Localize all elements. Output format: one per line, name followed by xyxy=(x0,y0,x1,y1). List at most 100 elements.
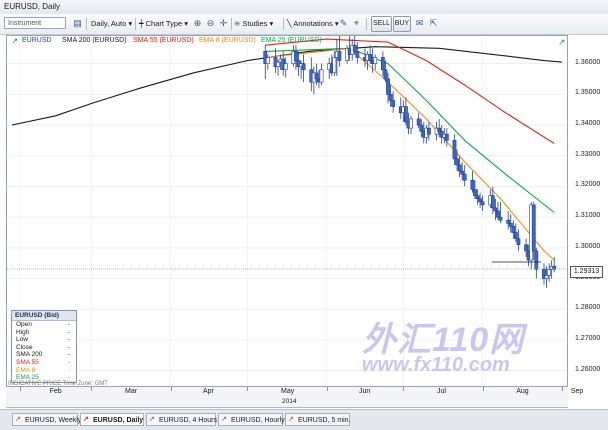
candle-body xyxy=(276,61,280,68)
chart-tab[interactable]: ↗ EURUSD, Weekly xyxy=(12,413,82,426)
candle-body xyxy=(516,238,521,246)
candle-body xyxy=(368,54,373,61)
candle-body xyxy=(496,210,500,218)
candle-body xyxy=(462,173,467,181)
legend-symbol[interactable]: EURUSD xyxy=(22,37,52,44)
legend-item-ema8[interactable]: EMA 8 (EURUSD) xyxy=(199,37,256,44)
candle-body xyxy=(355,51,360,58)
y-tick-label: 1.34000 xyxy=(575,120,601,128)
x-tick-mark xyxy=(561,387,563,391)
price-axis[interactable]: 1.36000 1.35000 1.34000 1.33000 1.32000 1.310… xyxy=(569,35,608,387)
candle-body xyxy=(444,133,449,141)
legend-item-sma55[interactable]: SMA 55 (EURUSD) xyxy=(133,37,194,44)
info-row-value: - xyxy=(67,366,70,374)
chart-tab-label: EURUSD, Hourly xyxy=(231,417,285,424)
candle-body xyxy=(490,195,495,209)
chart-tabs: ↗ EURUSD, Weekly ↗ EURUSD, Daily ↗ EURUSD, 4 … xyxy=(0,409,608,430)
trend-arrow-icon: ↗ xyxy=(558,37,566,47)
y-tick-label: 1.30000 xyxy=(575,242,601,250)
chart-tab-icon: ↗ xyxy=(288,416,294,423)
candle-body xyxy=(388,94,393,101)
y-tick-label: 1.31000 xyxy=(575,212,601,220)
candle-body xyxy=(409,118,413,129)
candle-body xyxy=(301,63,306,71)
legend-item-sma200[interactable]: SMA 200 (EURUSD) xyxy=(62,37,127,44)
x-tick-mark xyxy=(170,387,172,391)
y-tick-label: 1.32000 xyxy=(575,181,601,189)
candle-body xyxy=(460,170,465,175)
candle-body xyxy=(265,57,270,64)
candle-body xyxy=(511,226,516,233)
chart-tab[interactable]: ↗ EURUSD, Hourly xyxy=(218,413,285,426)
candle-body xyxy=(534,250,539,270)
info-row-value: - xyxy=(67,351,70,359)
info-row-label: High xyxy=(16,328,30,336)
y-tick-label: 1.28000 xyxy=(575,304,601,312)
candle-body xyxy=(337,51,342,61)
candle-body xyxy=(419,124,424,132)
info-row: Close - xyxy=(12,344,76,352)
x-tick-label: Feb xyxy=(49,388,62,395)
info-row-value: - xyxy=(67,343,70,351)
chart-tab[interactable]: ↗ EURUSD, Daily xyxy=(80,413,144,426)
candle-body xyxy=(473,189,477,196)
info-row-value: - xyxy=(67,358,70,366)
candle-body xyxy=(427,127,431,135)
watermark: 外汇110网 www.fx110.com xyxy=(360,312,560,382)
trend-up-icon: ↗ xyxy=(12,38,18,45)
info-row: EMA 8 - xyxy=(12,367,76,375)
candle-body xyxy=(498,216,503,221)
chart-tab-label: EURUSD, 5 min. xyxy=(298,417,351,424)
x-tick-label: Aug xyxy=(516,388,529,395)
info-row: SMA 200 - xyxy=(12,351,76,359)
info-row: Open - xyxy=(12,321,76,329)
candle-body xyxy=(513,232,518,239)
candle-body xyxy=(404,106,408,123)
x-tick-mark xyxy=(482,387,484,391)
y-tick-label: 1.26000 xyxy=(575,365,601,373)
candle-body xyxy=(383,69,388,80)
candle-body xyxy=(373,57,378,64)
candle-body xyxy=(380,57,385,71)
candle-body xyxy=(452,140,457,160)
candle-body xyxy=(493,207,498,212)
watermark-url: www.fx110.com xyxy=(362,354,510,376)
candle-body xyxy=(314,72,319,80)
info-row-value: - xyxy=(67,328,70,336)
candle-body xyxy=(524,244,528,252)
chart-tab[interactable]: ↗ EURUSD, 5 min. xyxy=(285,413,351,426)
info-row-label: Close xyxy=(16,343,33,351)
x-tick-label: Jul xyxy=(436,388,446,395)
ema25-line xyxy=(265,47,555,213)
candle-body xyxy=(416,118,421,126)
info-row-value: - xyxy=(67,321,70,328)
x-tick-mark xyxy=(247,387,249,391)
x-tick-mark xyxy=(91,387,93,391)
price-info-box: EURUSD (Bid) Open - High - Low - Close - SMA 200… xyxy=(11,310,77,383)
x-tick-label: Mar xyxy=(125,388,138,395)
chart-tab-label: EURUSD, Weekly xyxy=(25,417,82,424)
chart-tab-icon: ↗ xyxy=(221,416,227,423)
info-row-label: SMA 200 xyxy=(16,351,43,359)
x-tick-mark xyxy=(403,387,405,391)
info-row-label: Low xyxy=(16,336,28,344)
indicative-price-note: INDICATIVE PRICE Time Zone: GMT xyxy=(8,381,108,387)
candle-body xyxy=(352,44,357,52)
x-tick-mark xyxy=(19,387,21,391)
info-row: Low - xyxy=(12,336,76,344)
candle-body xyxy=(506,219,511,224)
candle-body xyxy=(508,222,513,227)
candle-body xyxy=(475,195,480,200)
x-tick-label: May xyxy=(281,388,295,395)
candle-body xyxy=(455,158,459,166)
candle-body xyxy=(544,275,549,279)
y-tick-label: 1.36000 xyxy=(575,58,601,66)
x-tick-label: Jun xyxy=(358,388,371,395)
legend-item-ema25[interactable]: EMA 25 (EURUSD) xyxy=(261,37,322,44)
chart-tab[interactable]: ↗ EURUSD, 4 Hours xyxy=(146,413,217,426)
chart-tab-label: EURUSD, 4 Hours xyxy=(159,417,217,424)
info-box-title: EURUSD (Bid) xyxy=(12,311,76,321)
y-tick-label: 1.33000 xyxy=(575,150,601,158)
candle-body xyxy=(547,269,552,276)
info-row: SMA 55 - xyxy=(12,359,76,367)
